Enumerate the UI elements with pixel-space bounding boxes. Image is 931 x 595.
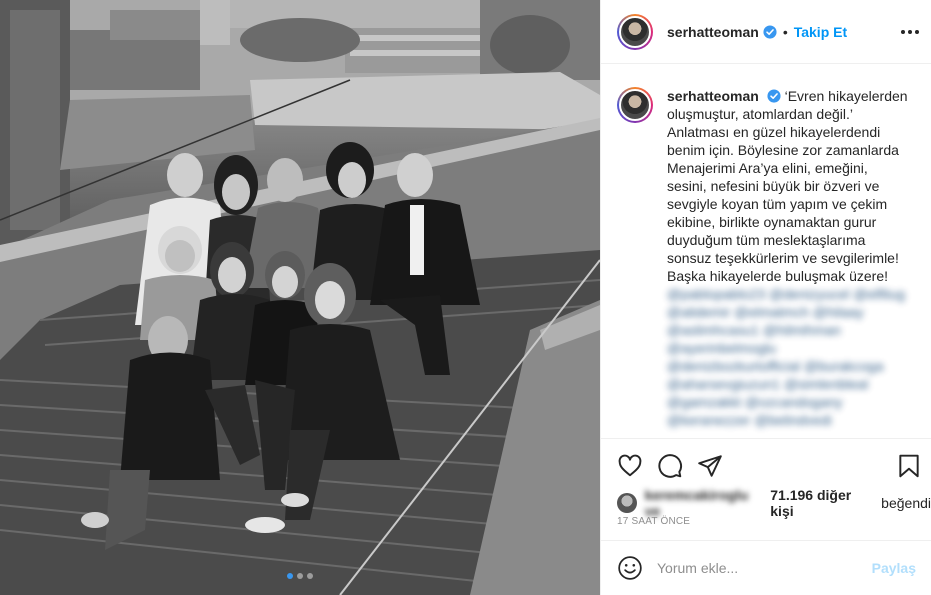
caption-line: Menajerimi Ara’ya elini, emeğini, [667,160,868,176]
post-side-panel: serhatteoman • Takip Et serhatteoman ‘Ev… [600,0,931,595]
post-time[interactable]: 17 SAAT ÖNCE [617,516,690,527]
follow-button[interactable]: Takip Et [794,24,847,40]
bookmark-icon[interactable] [896,453,922,479]
carousel-dot[interactable] [297,573,303,579]
likes-count[interactable]: 71.196 diğer kişi [770,487,877,519]
avatar[interactable] [617,13,653,50]
caption-line: Başka hikayelerde buluşmak üzere! [667,268,889,284]
likes-suffix: beğendi [881,495,931,511]
more-icon[interactable] [900,22,920,42]
emoji-icon[interactable] [617,555,643,581]
caption-avatar[interactable] [617,87,653,123]
caption-area: serhatteoman ‘Evren hikayelerden oluşmuş… [601,65,931,438]
caption-line: duyduğum tüm meslektaşlarıma [667,232,866,248]
comment-box: Paylaş [601,540,931,595]
heart-icon[interactable] [617,453,643,479]
likes-summary: keremcakiroglu ve 71.196 diğer kişi beğe… [617,487,931,519]
verified-icon [767,89,781,103]
caption-line: Anlatması en güzel hikayelerdendi [667,124,881,140]
mention-line[interactable]: @alidemir @elmatmch @hilaay [667,303,916,321]
caption-username[interactable]: serhatteoman [667,88,759,104]
header-separator: • [782,23,788,40]
action-bar [601,438,931,490]
caption-line: sonsuz teşekkürlerim ve sevgilerimle! [667,250,899,266]
post-header: serhatteoman • Takip Et [601,0,931,64]
mention-line[interactable]: @pablopablo23 @denizyucel @elfitug [667,285,916,303]
liker-avatar[interactable] [617,493,637,513]
mention-line[interactable]: @aslimhcasu1 @hilmihman [667,321,916,339]
post-photo[interactable] [0,0,600,595]
share-icon[interactable] [697,453,723,479]
mention-line[interactable]: @denizbozkurtofficial @burakcoga [667,357,916,375]
mention-line[interactable]: @keranezzer @belindvedi [667,411,916,429]
header-username[interactable]: serhatteoman [667,24,759,40]
caption-line: sesini, nefesini büyük bir özveri ve [667,178,880,194]
carousel-dot-active[interactable] [287,573,293,579]
photo-scene [0,0,600,595]
caption-line: sevgiyle koyan tüm yapım ve çekim [667,196,888,212]
caption-line: ‘Evren hikayelerden [784,88,908,104]
caption: serhatteoman ‘Evren hikayelerden oluşmuş… [617,87,916,429]
comment-input[interactable] [657,560,872,576]
mention-line[interactable]: @ayerinbelmoglu [667,339,916,357]
caption-text: serhatteoman ‘Evren hikayelerden oluşmuş… [667,87,916,429]
post-comment-button[interactable]: Paylaş [872,560,916,576]
caption-line: oluşmuştur, atomlardan değil.’ [667,106,853,122]
mention-line[interactable]: @gamzakkt @ozcandogany [667,393,916,411]
caption-line: ekibine, birlikte oynamaktan gurur [667,214,877,230]
carousel-dot[interactable] [307,573,313,579]
liker-name[interactable]: keremcakiroglu ve [645,487,767,519]
caption-line: benim için. Böylesine zor zamanlarda [667,142,899,158]
carousel-dots[interactable] [287,573,313,579]
verified-icon [763,24,777,39]
mention-line[interactable]: @aharsevgiuzun1 @simlenbleal [667,375,916,393]
comment-icon[interactable] [657,453,683,479]
